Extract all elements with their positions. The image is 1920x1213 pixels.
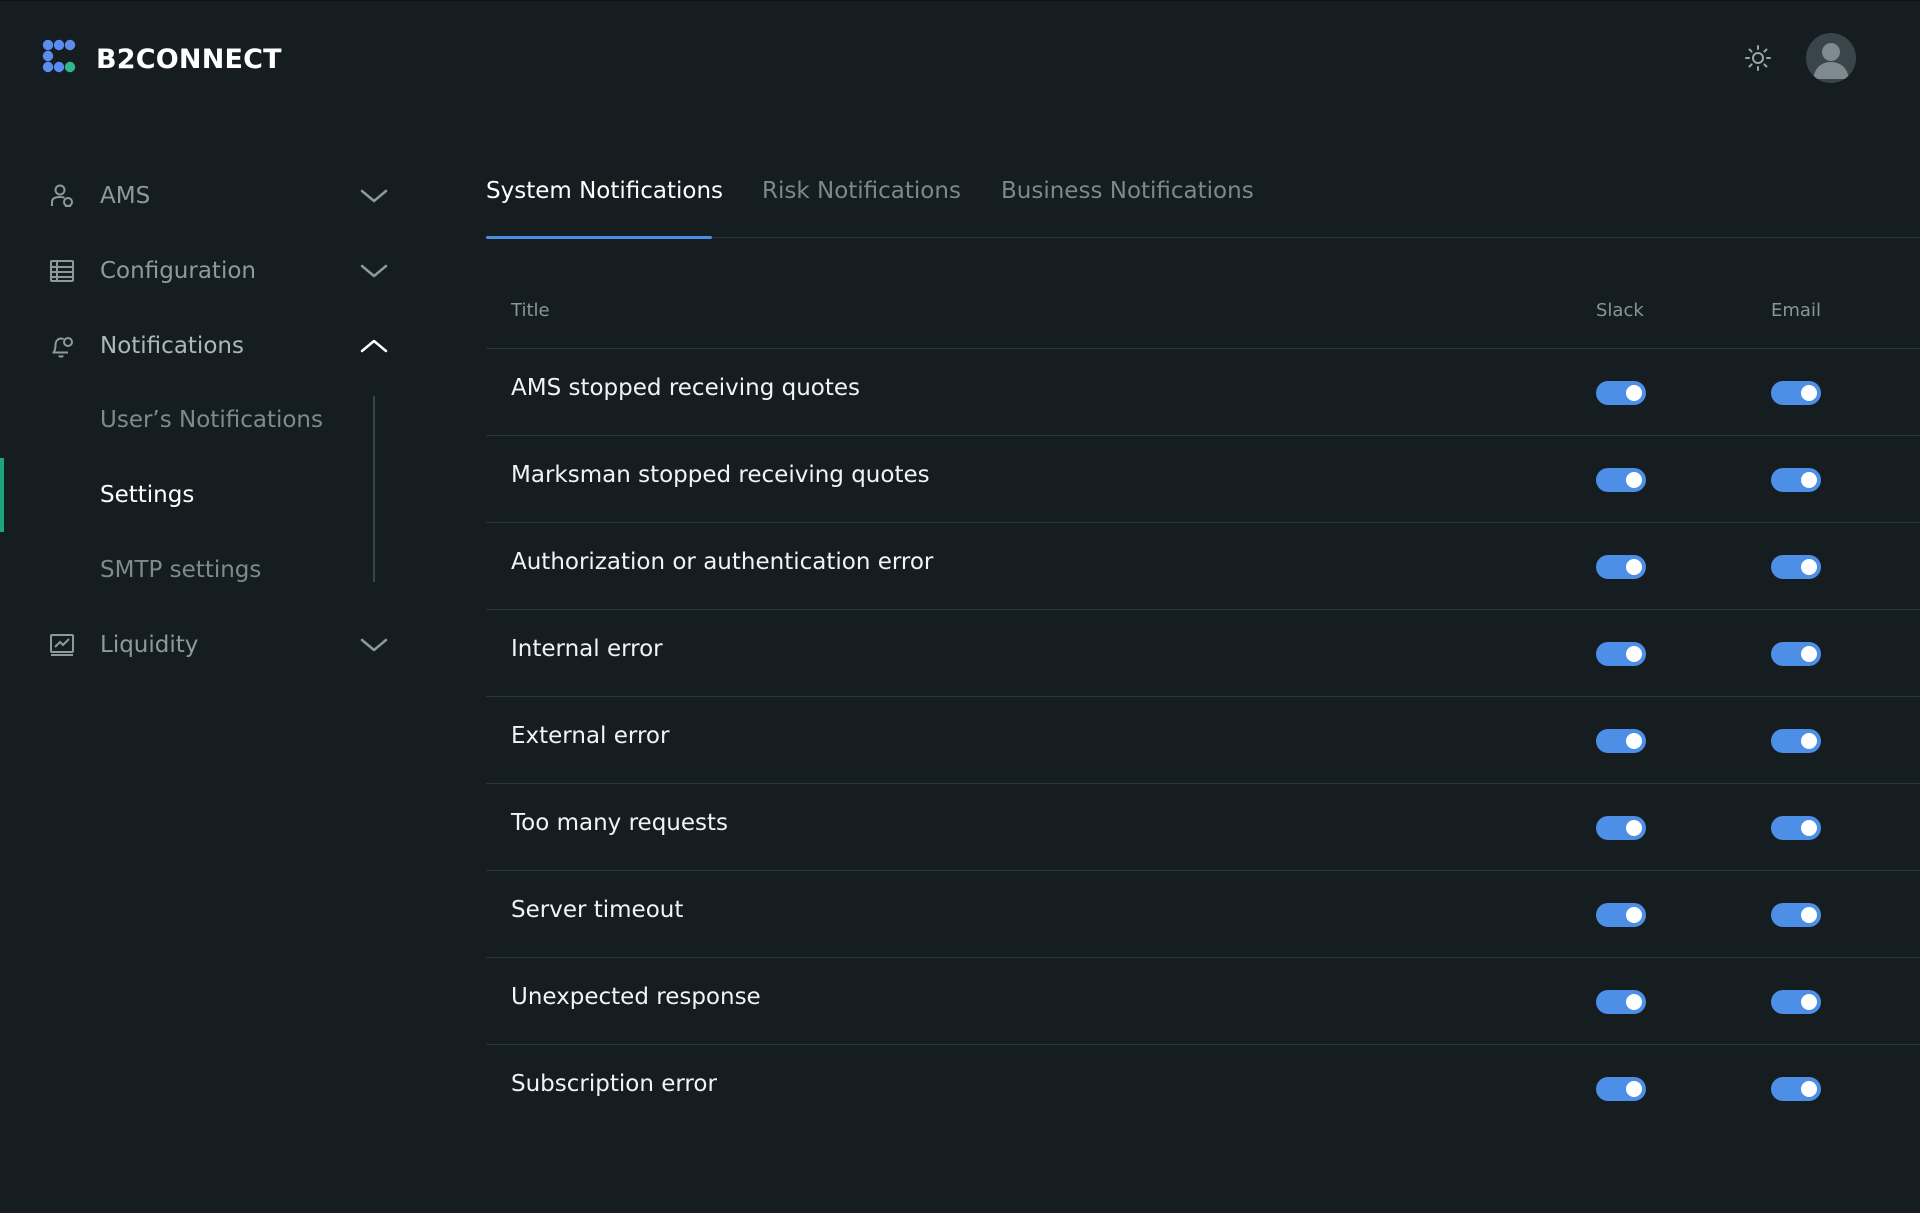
notification-title: Unexpected response [511,984,761,1010]
slack-toggle[interactable] [1596,816,1646,840]
chevron-down-icon [358,634,390,656]
sidebar-item-liquidity[interactable]: Liquidity [0,613,420,677]
active-tab-indicator [486,236,712,239]
table-row: Authorization or authentication error [486,523,1920,610]
table-row: Too many requests [486,784,1920,871]
notification-tabs: System Notifications Risk Notifications … [486,160,1920,239]
sidebar-subitem-label: User’s Notifications [100,407,323,433]
toggle-knob [1626,385,1642,401]
email-toggle[interactable] [1771,990,1821,1014]
b2connect-logo-icon [42,39,76,73]
slack-toggle[interactable] [1596,642,1646,666]
sidebar-item-label: Configuration [100,258,256,284]
notification-title: Too many requests [511,810,729,836]
brand-name: B2CONNECT [96,43,282,75]
sidebar-subitem-label: Settings [100,482,195,508]
sidebar-subitem-smtp-settings[interactable]: SMTP settings [0,540,420,600]
notification-title: Server timeout [511,897,684,923]
email-toggle[interactable] [1771,903,1821,927]
slack-toggle[interactable] [1596,729,1646,753]
chevron-down-icon [358,185,390,207]
brand[interactable]: B2CONNECT [42,38,282,80]
theme-toggle-button[interactable] [1740,40,1776,76]
toggle-knob [1626,907,1642,923]
toggle-knob [1801,559,1817,575]
sidebar-item-label: Notifications [100,333,244,359]
notification-title: AMS stopped receiving quotes [511,375,860,401]
table-header: Title Slack Email [486,275,1920,349]
toggle-knob [1626,820,1642,836]
toggle-knob [1801,820,1817,836]
sidebar-subitem-settings[interactable]: Settings [0,465,420,525]
slack-toggle[interactable] [1596,555,1646,579]
slack-toggle[interactable] [1596,468,1646,492]
notification-title: Subscription error [511,1071,717,1097]
notification-title: External error [511,723,670,749]
table-row: External error [486,697,1920,784]
toggle-knob [1801,1081,1817,1097]
email-toggle[interactable] [1771,1077,1821,1101]
slack-toggle[interactable] [1596,1077,1646,1101]
email-toggle[interactable] [1771,729,1821,753]
toggle-knob [1801,472,1817,488]
tab-risk-notifications[interactable]: Risk Notifications [762,178,961,204]
notification-title: Marksman stopped receiving quotes [511,462,930,488]
email-toggle[interactable] [1771,468,1821,492]
toggle-knob [1626,994,1642,1010]
toggle-knob [1626,646,1642,662]
toggle-knob [1626,733,1642,749]
email-toggle[interactable] [1771,381,1821,405]
toggle-knob [1801,646,1817,662]
toggle-knob [1801,733,1817,749]
column-header-title: Title [511,300,550,321]
table-icon [48,257,76,285]
slack-toggle[interactable] [1596,381,1646,405]
sidebar-item-notifications[interactable]: Notifications [0,314,420,378]
table-row: Subscription error [486,1045,1920,1131]
table-row: AMS stopped receiving quotes [486,349,1920,436]
sun-icon [1745,45,1771,71]
bell-icon [48,332,76,360]
chevron-down-icon [358,260,390,282]
email-toggle[interactable] [1771,642,1821,666]
toggle-knob [1626,472,1642,488]
column-header-email: Email [1771,300,1821,321]
tab-business-notifications[interactable]: Business Notifications [1001,178,1254,204]
email-toggle[interactable] [1771,816,1821,840]
sidebar-item-label: Liquidity [100,632,199,658]
tab-system-notifications[interactable]: System Notifications [486,178,723,204]
toggle-knob [1626,559,1642,575]
notification-title: Authorization or authentication error [511,549,934,575]
sidebar-item-label: AMS [100,183,151,209]
chevron-up-icon [358,335,390,357]
toggle-knob [1801,385,1817,401]
toggle-knob [1626,1081,1642,1097]
user-avatar-button[interactable] [1806,33,1856,83]
sidebar-subitem-label: SMTP settings [100,557,262,583]
sidebar-item-ams[interactable]: AMS [0,164,420,228]
notification-title: Internal error [511,636,663,662]
email-toggle[interactable] [1771,555,1821,579]
table-row: Internal error [486,610,1920,697]
users-icon [48,182,76,210]
sidebar-subitem-users-notifications[interactable]: User’s Notifications [0,390,420,450]
toggle-knob [1801,994,1817,1010]
sidebar-item-configuration[interactable]: Configuration [0,239,420,303]
table-row: Unexpected response [486,958,1920,1045]
slack-toggle[interactable] [1596,990,1646,1014]
column-header-slack: Slack [1596,300,1644,321]
chart-icon [48,631,76,659]
table-row: Marksman stopped receiving quotes [486,436,1920,523]
toggle-knob [1801,907,1817,923]
top-border [0,0,1920,1]
slack-toggle[interactable] [1596,903,1646,927]
user-avatar-icon [1813,43,1849,79]
table-row: Server timeout [486,871,1920,958]
